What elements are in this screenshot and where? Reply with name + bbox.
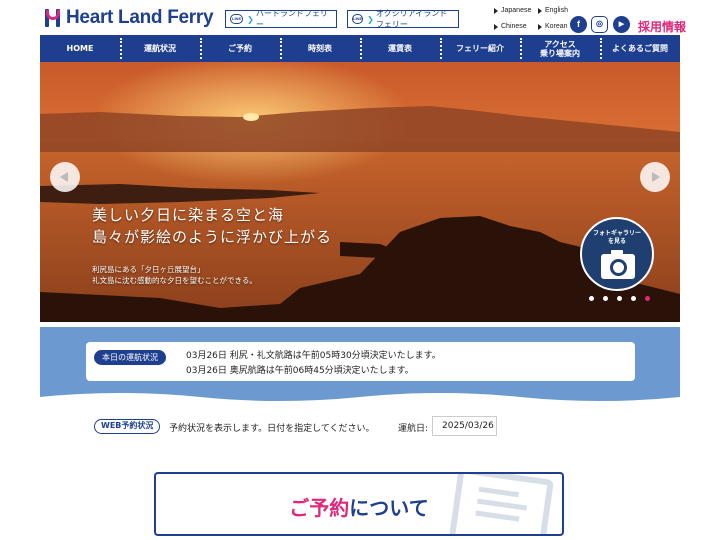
photo-gallery-label: フォトギャラリー を見る bbox=[582, 230, 652, 246]
lang-label: Japanese bbox=[501, 7, 532, 14]
line-okushiri-button[interactable]: LINE ❯ オクシリアイランドフェリー bbox=[347, 9, 459, 29]
status-line-okushiri[interactable]: 03月26日 奥尻航路は午前06時45分頃決定いたします。 bbox=[186, 363, 414, 376]
chevron-right-icon: ❯ bbox=[247, 14, 254, 24]
lang-label: English bbox=[545, 7, 568, 14]
date-label: 運航日: bbox=[398, 424, 429, 434]
recruit-link[interactable]: 採用情報 bbox=[638, 18, 686, 35]
line-okushiri-label: オクシリアイランドフェリー bbox=[375, 9, 448, 29]
slider-dot[interactable] bbox=[603, 296, 608, 301]
slider-dot[interactable] bbox=[631, 296, 636, 301]
lang-label: Chinese bbox=[501, 23, 527, 30]
hero-caption: 美しい夕日に染まる空と海 島々が影絵のように浮かび上がる bbox=[92, 204, 332, 248]
status-line-rishiri[interactable]: 03月26日 利尻・礼文航路は午前05時30分頃決定いたします。 bbox=[186, 348, 441, 361]
hero-slider: 美しい夕日に染まる空と海 島々が影絵のように浮かび上がる 利尻島にある「夕日ヶ丘… bbox=[40, 62, 680, 322]
camera-icon bbox=[601, 250, 635, 279]
slider-dot[interactable] bbox=[617, 296, 622, 301]
logo[interactable]: Heart Land Ferry bbox=[44, 6, 214, 30]
line-heartland-label: ハートランドフェリー bbox=[255, 9, 328, 29]
line-heartland-button[interactable]: LINE ❯ ハートランドフェリー bbox=[225, 9, 337, 29]
triangle-right-icon bbox=[494, 7, 498, 14]
hero-caption-line: 美しい夕日に染まる空と海 bbox=[92, 206, 285, 224]
slider-next-button[interactable] bbox=[640, 162, 670, 192]
lang-chinese[interactable]: Chinese bbox=[494, 23, 527, 30]
status-label: 本日の運航状況 bbox=[94, 350, 166, 365]
web-reservation-label: WEB予約状況 bbox=[94, 419, 161, 434]
operation-status-card: 本日の運航状況 03月26日 利尻・礼文航路は午前05時30分頃決定いたします。… bbox=[86, 342, 635, 381]
hero-sub-line: 利尻島にある「夕日ヶ丘展望台」 bbox=[92, 265, 205, 274]
nav-item-fares[interactable]: 運賃表 bbox=[360, 35, 440, 62]
logo-mark-icon bbox=[44, 7, 62, 29]
photo-gallery-label-line: フォトギャラリー bbox=[592, 230, 641, 237]
nav-item-status[interactable]: 運航状況 bbox=[120, 35, 200, 62]
slider-dots bbox=[589, 296, 659, 301]
triangle-right-icon bbox=[538, 23, 542, 30]
nav-item-access[interactable]: アクセス 乗り場案内 bbox=[520, 35, 600, 62]
line-icon: LINE bbox=[352, 14, 364, 24]
reservation-title-blue: について bbox=[349, 496, 429, 520]
lang-korean[interactable]: Korean bbox=[538, 23, 568, 30]
web-reservation-text: 予約状況を表示します。日付を指定してください。 bbox=[169, 424, 375, 434]
nav-item-timetable[interactable]: 時刻表 bbox=[280, 35, 360, 62]
triangle-right-icon bbox=[538, 7, 542, 14]
instagram-icon[interactable]: ◎ bbox=[591, 16, 608, 33]
photo-gallery-button[interactable]: フォトギャラリー を見る bbox=[580, 217, 654, 291]
reservation-title-pink: ご予約 bbox=[289, 496, 350, 520]
page: Heart Land Ferry LINE ❯ ハートランドフェリー LINE … bbox=[0, 0, 720, 540]
nav-item-home[interactable]: HOME bbox=[40, 35, 120, 62]
lang-english[interactable]: English bbox=[538, 7, 568, 14]
main-nav: HOME 運航状況 ご予約 時刻表 運賃表 フェリー紹介 アクセス 乗り場案内 … bbox=[40, 35, 680, 62]
line-icon: LINE bbox=[230, 14, 244, 24]
logo-text: Heart Land Ferry bbox=[66, 7, 214, 28]
hero-subcaption: 利尻島にある「夕日ヶ丘展望台」 礼文島に沈む感動的な夕日を望むことができる。 bbox=[92, 264, 257, 286]
chevron-right-icon: ❯ bbox=[367, 14, 374, 24]
lang-label: Korean bbox=[545, 23, 568, 30]
photo-gallery-label-line: を見る bbox=[607, 238, 626, 245]
nav-item-ferry-intro[interactable]: フェリー紹介 bbox=[440, 35, 520, 62]
youtube-icon[interactable]: ▶ bbox=[613, 16, 630, 33]
slider-prev-button[interactable] bbox=[50, 162, 80, 192]
nav-item-faq[interactable]: よくあるご質問 bbox=[600, 35, 680, 62]
nav-item-reservation[interactable]: ご予約 bbox=[200, 35, 280, 62]
lang-japanese[interactable]: Japanese bbox=[494, 7, 531, 14]
reservation-info-button[interactable]: ご予約について bbox=[154, 472, 564, 536]
facebook-icon[interactable]: f bbox=[570, 16, 587, 33]
hero-caption-line: 島々が影絵のように浮かび上がる bbox=[92, 228, 333, 246]
date-input[interactable]: 2025/03/26 bbox=[432, 416, 497, 436]
slider-dot-active[interactable] bbox=[645, 296, 650, 301]
triangle-right-icon bbox=[494, 23, 498, 30]
slider-dot[interactable] bbox=[589, 296, 594, 301]
reservation-title: ご予約について bbox=[156, 492, 562, 521]
operation-status-band: 本日の運航状況 03月26日 利尻・礼文航路は午前05時30分頃決定いたします。… bbox=[40, 327, 680, 403]
site-header: Heart Land Ferry LINE ❯ ハートランドフェリー LINE … bbox=[0, 0, 720, 36]
hero-sub-line: 礼文島に沈む感動的な夕日を望むことができる。 bbox=[92, 276, 257, 285]
